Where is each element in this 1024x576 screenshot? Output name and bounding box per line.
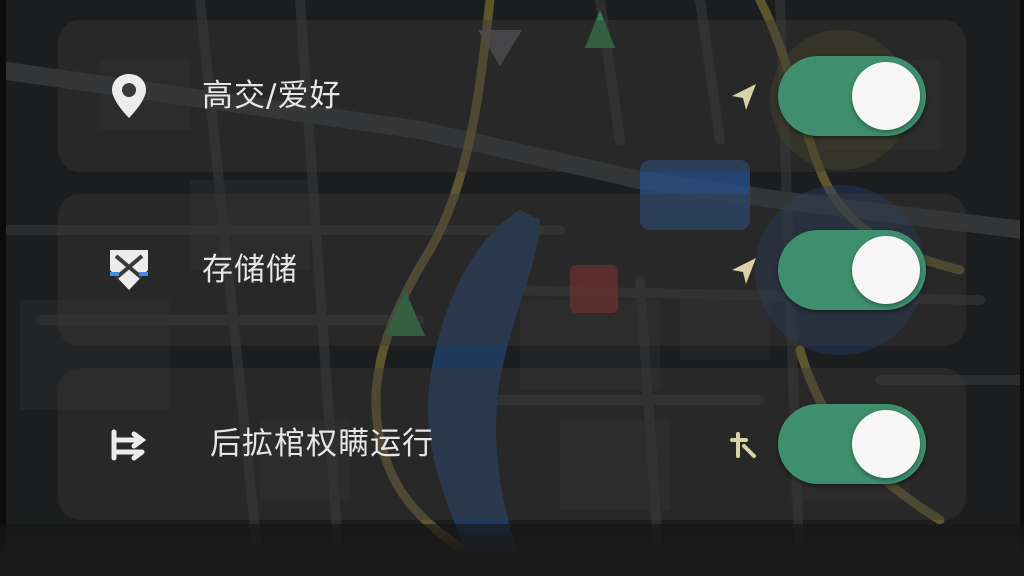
route-marker-icon [730,430,758,460]
left-edge [0,0,6,576]
toggle-knob [852,62,920,130]
setting-toggle[interactable] [778,230,926,310]
setting-label: 后拡棺权瞒运行 [210,426,434,462]
location-pin-icon [106,70,152,122]
setting-toggle[interactable] [778,404,926,484]
setting-row-3[interactable]: 后拡棺权瞒运行 [58,368,966,520]
toggle-knob [852,236,920,304]
setting-label: 存储储 [202,252,298,288]
app-screen: 高交/爱好 存储储 后拡棺权瞒运行 [0,0,1024,576]
navigation-arrow-icon [730,256,758,286]
setting-label: 高交/爱好 [202,78,342,114]
navigation-arrow-icon [730,82,758,112]
setting-row-2[interactable]: 存储储 [58,194,966,346]
bottom-panel [0,524,1024,576]
right-edge [1020,0,1024,576]
toggle-knob [852,410,920,478]
route-swap-icon [106,418,152,470]
storage-icon [106,244,152,296]
setting-row-1[interactable]: 高交/爱好 [58,20,966,172]
setting-toggle[interactable] [778,56,926,136]
